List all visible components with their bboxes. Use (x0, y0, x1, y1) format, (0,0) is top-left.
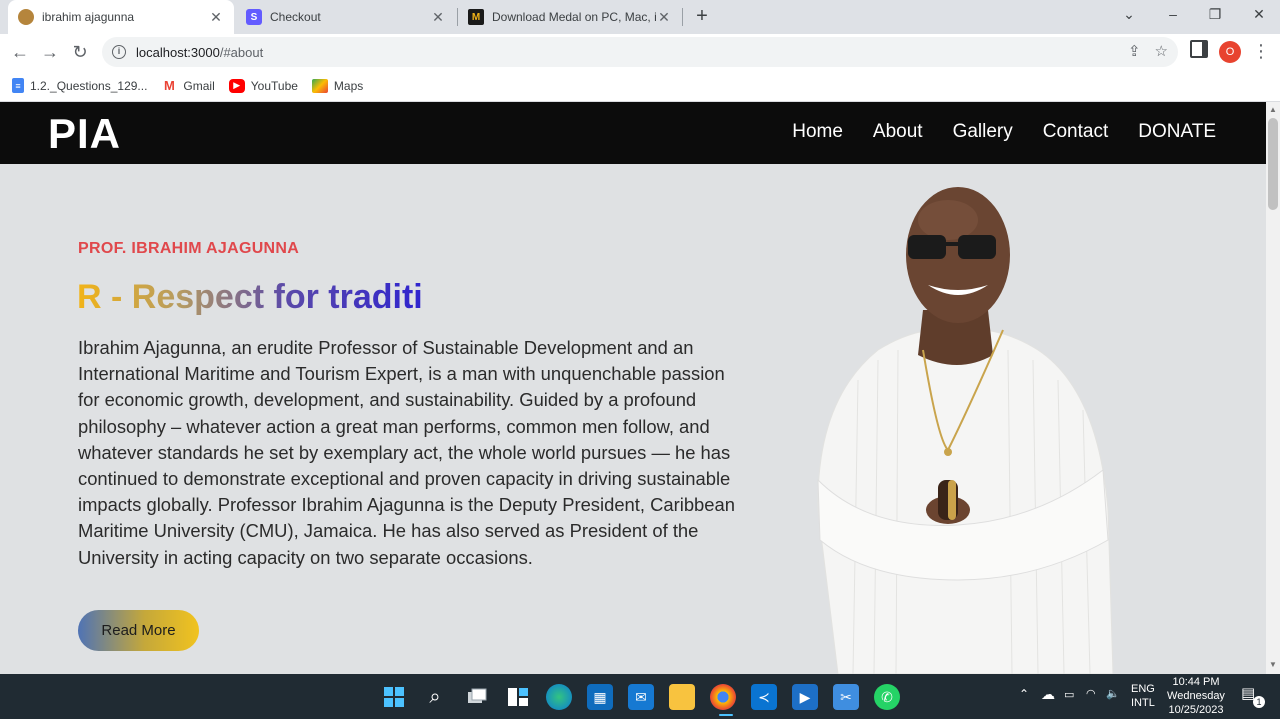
site-navbar: PIA Home About Gallery Contact DONATE (0, 102, 1266, 164)
tab-search-chevron-icon[interactable]: ⌄ (1107, 0, 1151, 30)
reload-icon[interactable]: ↻ (68, 40, 92, 64)
tab-title: Checkout (270, 10, 321, 24)
close-tab-icon[interactable]: ✕ (208, 9, 224, 26)
portrait-image (817, 187, 1114, 674)
media-player-icon[interactable]: ▶ (792, 684, 818, 710)
stripe-icon: S (246, 9, 262, 25)
volume-icon[interactable]: 🔈 (1106, 687, 1120, 701)
hero-headline: R - Respect for traditi (77, 278, 423, 316)
nav-contact[interactable]: Contact (1043, 121, 1108, 143)
bookmark-label: Maps (333, 78, 364, 93)
url-host: localhost:3000 (136, 44, 220, 60)
youtube-icon: ▶ (228, 78, 245, 93)
bookmark-youtube[interactable]: ▶ YouTube (228, 78, 298, 93)
maps-icon (311, 78, 328, 93)
scroll-up-arrow-icon[interactable]: ▲ (1269, 105, 1277, 114)
tab-title: Download Medal on PC, Mac, iO (492, 10, 656, 24)
chrome-icon[interactable] (710, 684, 736, 710)
scroll-down-arrow-icon[interactable]: ▼ (1269, 660, 1277, 669)
windows-start-icon[interactable] (381, 684, 407, 710)
close-window-icon[interactable]: ✕ (1237, 0, 1280, 30)
restore-icon[interactable]: ❐ (1193, 0, 1237, 30)
store-icon[interactable]: ▦ (587, 684, 613, 710)
file-explorer-icon[interactable] (669, 684, 695, 710)
weather-cloud-icon[interactable]: ☁ (1041, 687, 1055, 701)
vscode-icon[interactable]: ≺ (751, 684, 777, 710)
read-more-button[interactable]: Read More (78, 610, 199, 651)
bookmark-label: Gmail (183, 78, 215, 93)
clock-date: 10/25/2023 (1168, 704, 1224, 716)
bookmark-star-icon[interactable]: ☆ (1155, 42, 1168, 60)
site-favicon-icon (18, 9, 34, 25)
profile-avatar[interactable]: O (1219, 41, 1241, 63)
bookmark-questions[interactable]: ≡ 1.2._Questions_129... (12, 78, 147, 93)
scroll-thumb[interactable] (1268, 118, 1278, 210)
lang-bottom: INTL (1131, 697, 1155, 709)
tab-checkout[interactable]: S Checkout ✕ (236, 0, 456, 34)
medal-icon: M (468, 9, 484, 25)
mail-icon[interactable]: ✉ (628, 684, 654, 710)
forward-arrow-icon[interactable]: → (38, 40, 62, 64)
site-menu: Home About Gallery Contact DONATE (792, 121, 1216, 143)
share-icon[interactable]: ⇪ (1128, 42, 1141, 60)
tab-download-medal[interactable]: M Download Medal on PC, Mac, iO ✕ (458, 0, 682, 34)
bookmark-label: 1.2._Questions_129... (30, 78, 148, 93)
gmail-icon: M (164, 78, 175, 93)
language-indicator[interactable]: ENG INTL (1131, 682, 1155, 710)
whatsapp-icon[interactable]: ✆ (874, 684, 900, 710)
clock-day: Wednesday (1167, 690, 1225, 702)
tab-title: ibrahim ajagunna (42, 10, 135, 24)
search-icon[interactable]: ⌕ (422, 684, 448, 710)
close-tab-icon[interactable]: ✕ (430, 9, 446, 26)
bookmark-maps[interactable]: Maps (311, 78, 364, 93)
active-app-indicator (719, 714, 733, 716)
hero-eyebrow: PROF. IBRAHIM AJAGUNNA (78, 240, 300, 257)
windows-taskbar: ⌕ ▦ ✉ ≺ ▶ ✂ ✆ ⌃ ☁ ▭ ◠ 🔈 ENG INTL 10:44 P… (0, 674, 1280, 719)
tab-separator (682, 8, 683, 26)
bookmarks-bar: ≡ 1.2._Questions_129... M Gmail ▶ YouTub… (0, 70, 1280, 102)
nav-about[interactable]: About (873, 121, 923, 143)
minimize-icon[interactable]: – (1151, 0, 1195, 30)
address-bar[interactable]: i localhost:3000/#about ⇪ ☆ (102, 37, 1178, 67)
bookmark-label: YouTube (250, 78, 298, 93)
hero-body-text: Ibrahim Ajagunna, an erudite Professor o… (78, 337, 735, 568)
site-logo[interactable]: PIA (48, 110, 121, 158)
site-info-icon[interactable]: i (112, 45, 126, 59)
menu-kebab-icon[interactable]: ⋮ (1252, 40, 1270, 62)
side-panel-icon[interactable] (1190, 40, 1208, 58)
nav-home[interactable]: Home (792, 121, 843, 143)
task-view-icon[interactable] (464, 684, 490, 710)
browser-tab-strip: ibrahim ajagunna ✕ S Checkout ✕ M Downlo… (0, 0, 1280, 34)
nav-gallery[interactable]: Gallery (953, 121, 1013, 143)
back-arrow-icon[interactable]: ← (8, 40, 32, 64)
clock-time: 10:44 PM (1172, 676, 1220, 688)
docs-icon: ≡ (12, 78, 24, 93)
lang-top: ENG (1131, 683, 1155, 695)
snipping-tool-icon[interactable]: ✂ (833, 684, 859, 710)
clock[interactable]: 10:44 PM Wednesday 10/25/2023 (1164, 675, 1228, 717)
page-scrollbar[interactable]: ▲ ▼ (1266, 102, 1280, 674)
widgets-icon[interactable] (505, 684, 531, 710)
battery-icon[interactable]: ▭ (1064, 688, 1074, 702)
nav-donate[interactable]: DONATE (1138, 121, 1216, 143)
page-viewport: PIA Home About Gallery Contact DONATE PR… (0, 102, 1266, 674)
wifi-icon[interactable]: ◠ (1086, 687, 1096, 701)
bookmark-gmail[interactable]: M Gmail (161, 78, 215, 93)
close-tab-icon[interactable]: ✕ (656, 9, 672, 26)
new-tab-plus-icon[interactable]: + (690, 4, 714, 28)
tray-chevron-icon[interactable]: ⌃ (1019, 687, 1029, 701)
notification-count-badge: 1 (1253, 696, 1265, 708)
edge-icon[interactable] (546, 684, 572, 710)
browser-toolbar: ← → ↻ i localhost:3000/#about ⇪ ☆ O ⋮ (0, 34, 1280, 70)
tab-ibrahim-ajagunna[interactable]: ibrahim ajagunna ✕ (8, 0, 234, 34)
url-path: /#about (219, 44, 264, 60)
